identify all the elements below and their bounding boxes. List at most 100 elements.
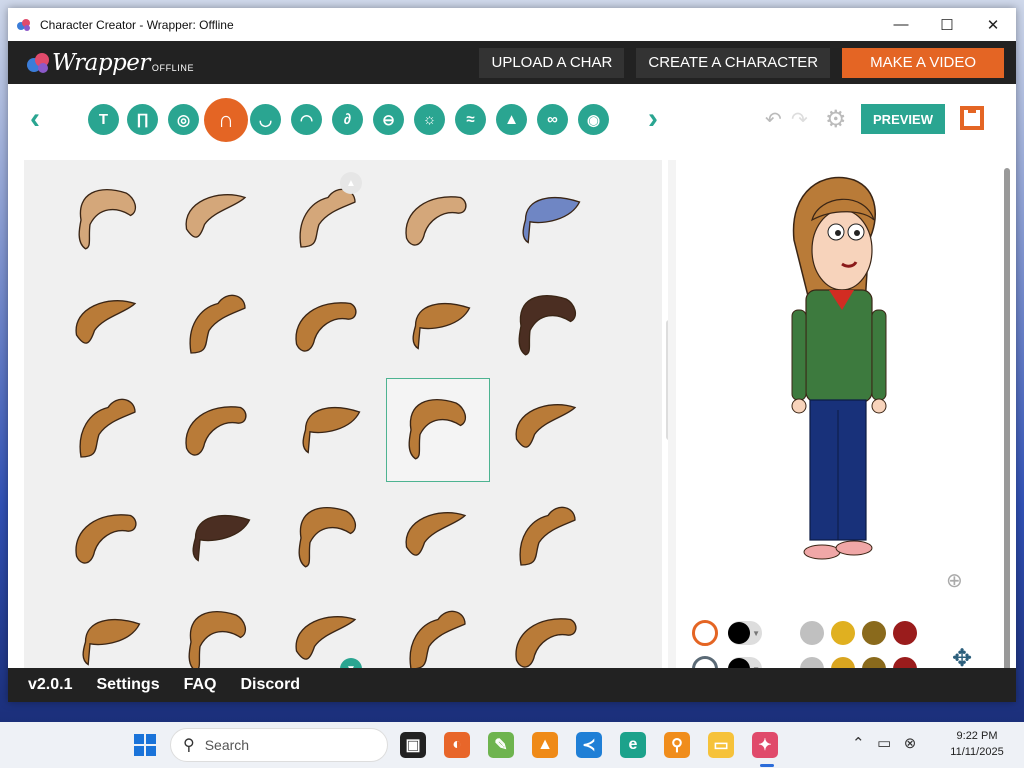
hair-style-side-bob[interactable] xyxy=(276,590,380,668)
app-window: Character Creator - Wrapper: Offline — ☐… xyxy=(8,8,1016,702)
tray-overflow-icon[interactable]: ⌃ ▭ ⊗ xyxy=(852,734,916,752)
shirt-icon[interactable]: T xyxy=(88,104,119,135)
hair-style-icon xyxy=(189,294,246,354)
hair-style-curly-bob[interactable] xyxy=(166,168,270,272)
taskbar-edge-icon[interactable]: e xyxy=(620,732,646,758)
undo-icon[interactable]: ↶ xyxy=(765,107,782,132)
mask-icon[interactable]: ◉ xyxy=(578,104,609,135)
taskbar-notepad-icon[interactable]: ✎ xyxy=(488,732,514,758)
minimize-button[interactable]: — xyxy=(878,8,924,41)
taskbar-file-explorer-icon[interactable]: ▭ xyxy=(708,732,734,758)
faq-link[interactable]: FAQ xyxy=(184,676,217,694)
redo-icon[interactable]: ↷ xyxy=(791,107,808,132)
hair-style-curly-side[interactable] xyxy=(276,378,380,482)
taskbar-wrapper-offline-icon[interactable]: ✦ xyxy=(752,732,778,758)
hair-style-icon xyxy=(408,398,467,460)
app-header: Wrapper OFFLINE UPLOAD A CHAR CREATE A C… xyxy=(8,41,1016,84)
taskbar-firefox-icon[interactable]: ◐ xyxy=(444,732,470,758)
search-icon: ⚲ xyxy=(183,737,195,754)
hair-style-clipped-swoop[interactable] xyxy=(386,486,490,590)
hair-style-short-swoop[interactable] xyxy=(166,274,270,378)
make-video-button[interactable]: MAKE A VIDEO xyxy=(842,47,1004,78)
hair-style-spiky-bob[interactable] xyxy=(276,486,380,590)
close-button[interactable]: ✕ xyxy=(970,8,1016,41)
clock-time: 9:22 PM xyxy=(956,730,998,742)
active-app-indicator xyxy=(760,764,774,767)
hair-style-ponytail[interactable] xyxy=(276,274,380,378)
hair-style-side-ponytail[interactable] xyxy=(496,378,600,482)
hair-style-icon xyxy=(405,196,467,246)
hair-style-swoop-grey[interactable] xyxy=(56,274,160,378)
hair-style-grid-panel: ▲ ▼ xyxy=(24,160,662,668)
color-picker-dropdown[interactable]: ▼ xyxy=(728,621,762,645)
preview-button[interactable]: PREVIEW xyxy=(861,104,945,134)
taskbar-task-view-icon[interactable]: ▣ xyxy=(400,732,426,758)
hair-style-updo-bun[interactable] xyxy=(276,168,380,272)
windows-taskbar: ⚲ Search ▣ ◐ ✎ ▲ ≺ e ⚲ ▭ ✦ ⌃ ▭ ⊗ 9:22 PM 11/11/2… xyxy=(0,722,1024,768)
head-icon[interactable]: ◎ xyxy=(168,104,199,135)
maximize-button[interactable]: ☐ xyxy=(924,8,970,41)
start-button[interactable] xyxy=(134,734,156,756)
taskbar-search-box[interactable]: ⚲ Search xyxy=(170,728,388,762)
hair-style-round-bob[interactable] xyxy=(166,590,270,668)
hair-style-dark-swoop[interactable] xyxy=(496,274,600,378)
clock-date: 11/11/2025 xyxy=(950,746,1004,758)
discord-link[interactable]: Discord xyxy=(241,676,301,694)
logo-subtext: OFFLINE xyxy=(151,62,195,73)
prev-category-arrow-icon[interactable]: ‹ xyxy=(30,104,54,134)
hair-style-fade-swoop[interactable] xyxy=(496,590,600,668)
taskbar-vscode-icon[interactable]: ≺ xyxy=(576,732,602,758)
color-swatch[interactable] xyxy=(800,621,824,645)
version-label: v2.0.1 xyxy=(28,676,73,693)
hair-style-short-bob[interactable] xyxy=(56,486,160,590)
hair-style-shaggy[interactable] xyxy=(56,378,160,482)
window-scrollbar[interactable] xyxy=(1002,160,1012,702)
hair-style-icon xyxy=(409,610,466,668)
color-swatch[interactable] xyxy=(893,621,917,645)
nose-icon[interactable]: ▲ xyxy=(496,104,527,135)
hair-style-wild-swoop[interactable] xyxy=(496,486,600,590)
hair-icon[interactable]: ∩ xyxy=(204,98,248,142)
wrapper-logo[interactable]: Wrapper OFFLINE xyxy=(26,50,194,76)
create-character-button[interactable]: CREATE A CHARACTER xyxy=(636,47,831,78)
eyebrows-icon[interactable]: ≈ xyxy=(455,104,486,135)
mouth-icon[interactable]: ◠ xyxy=(291,104,322,135)
upload-char-button[interactable]: UPLOAD A CHAR xyxy=(479,47,625,78)
hair-style-cap-hat[interactable] xyxy=(496,168,600,272)
hair-style-icon xyxy=(185,406,247,456)
hair-style-feathered[interactable] xyxy=(56,590,160,668)
taskbar-vlc-icon[interactable]: ▲ xyxy=(532,732,558,758)
taskbar-search-tool-icon[interactable]: ⚲ xyxy=(664,732,690,758)
glasses-icon[interactable]: ∞ xyxy=(537,104,568,135)
hair-style-icon xyxy=(515,618,577,668)
scroll-up-icon[interactable]: ▲ xyxy=(340,172,362,194)
color-swatch[interactable] xyxy=(769,621,793,645)
taskbar-clock[interactable]: 9:22 PM 11/11/2025 xyxy=(942,728,1012,760)
character-preview-panel xyxy=(676,160,986,668)
next-category-arrow-icon[interactable]: › xyxy=(648,104,672,134)
hair-style-spiky-swoop[interactable] xyxy=(386,274,490,378)
hair-style-messy-long[interactable] xyxy=(56,168,160,272)
zoom-icon[interactable]: ⊕ xyxy=(946,568,963,593)
eyes-icon[interactable]: ⊖ xyxy=(373,104,404,135)
pants-icon[interactable]: ∏ xyxy=(127,104,158,135)
hair-style-wavy-long[interactable] xyxy=(386,168,490,272)
color-swatch[interactable] xyxy=(862,621,886,645)
hair-part-icon[interactable] xyxy=(692,620,718,646)
save-icon[interactable] xyxy=(960,106,984,130)
hair-style-icon xyxy=(515,404,577,448)
settings-gear-icon[interactable]: ⚙ xyxy=(825,105,847,134)
hair-style-icon xyxy=(405,512,467,556)
hair-style-pigtails[interactable] xyxy=(166,378,270,482)
settings-link[interactable]: Settings xyxy=(96,676,159,694)
face-icon[interactable]: ◡ xyxy=(250,104,281,135)
eye-icon[interactable]: ☼ xyxy=(414,104,445,135)
hair-style-icon xyxy=(78,188,137,250)
hair-color-row: ▼ xyxy=(692,620,924,646)
hair-style-tuft-bob[interactable] xyxy=(386,590,490,668)
ear-icon[interactable]: ∂ xyxy=(332,104,363,135)
hair-style-dark-bob[interactable] xyxy=(166,486,270,590)
hair-style-long-straight[interactable] xyxy=(386,378,490,482)
color-swatch[interactable] xyxy=(831,621,855,645)
wrapper-app-icon xyxy=(17,18,30,31)
